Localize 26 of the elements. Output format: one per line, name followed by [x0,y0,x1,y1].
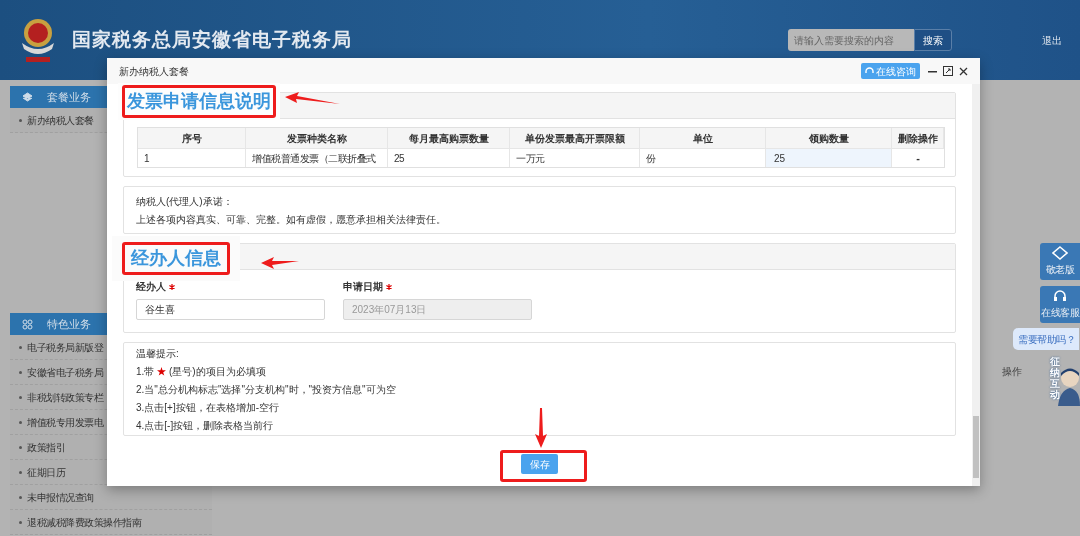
pledge-text: 纳税人(代理人)承诺： [136,194,234,209]
tips-title: 温馨提示: [136,346,180,361]
section-heading: 发票申请信息说明 [122,85,276,118]
field-label: 经办人 [136,280,166,294]
tip-text: 3.点击[+]按钮，在表格增加-空行 [136,400,281,415]
table-cell: 一万元 [510,149,640,167]
column-header: 删除操作 [892,128,944,148]
tip-text: 1.带 ★ (星号)的项目为必填项 [136,364,267,379]
table-cell: 25 [388,149,510,167]
column-header: 操作 [1002,365,1022,379]
column-header: 领购数量 [766,128,892,148]
table-cell: 增值税普通发票（二联折叠式 [246,149,388,167]
column-header: 序号 [138,128,246,148]
tip-text: 4.点击[-]按钮，删除表格当前行 [136,418,275,433]
column-header: 单位 [640,128,766,148]
tip-text: 2.当"总分机构标志"选择"分支机构"时，"投资方信息"可为空 [136,382,397,397]
column-header: 单份发票最高开票限额 [510,128,640,148]
site-title: 国家税务总局安徽省电子税务局 [72,27,352,52]
mascot-label: 征纳互动 [1050,356,1060,400]
pledge-text: 上述各项内容真实、可靠、完整。如有虚假，愿意承担相关法律责任。 [136,212,447,227]
column-header: 发票种类名称 [246,128,388,148]
table-cell: 1 [138,149,246,167]
field-label: 申请日期 [343,280,383,294]
dialog-title: 新办纳税人套餐 [119,64,189,79]
section-heading: 经办人信息 [122,242,230,275]
column-header: 每月最高购票数量 [388,128,510,148]
